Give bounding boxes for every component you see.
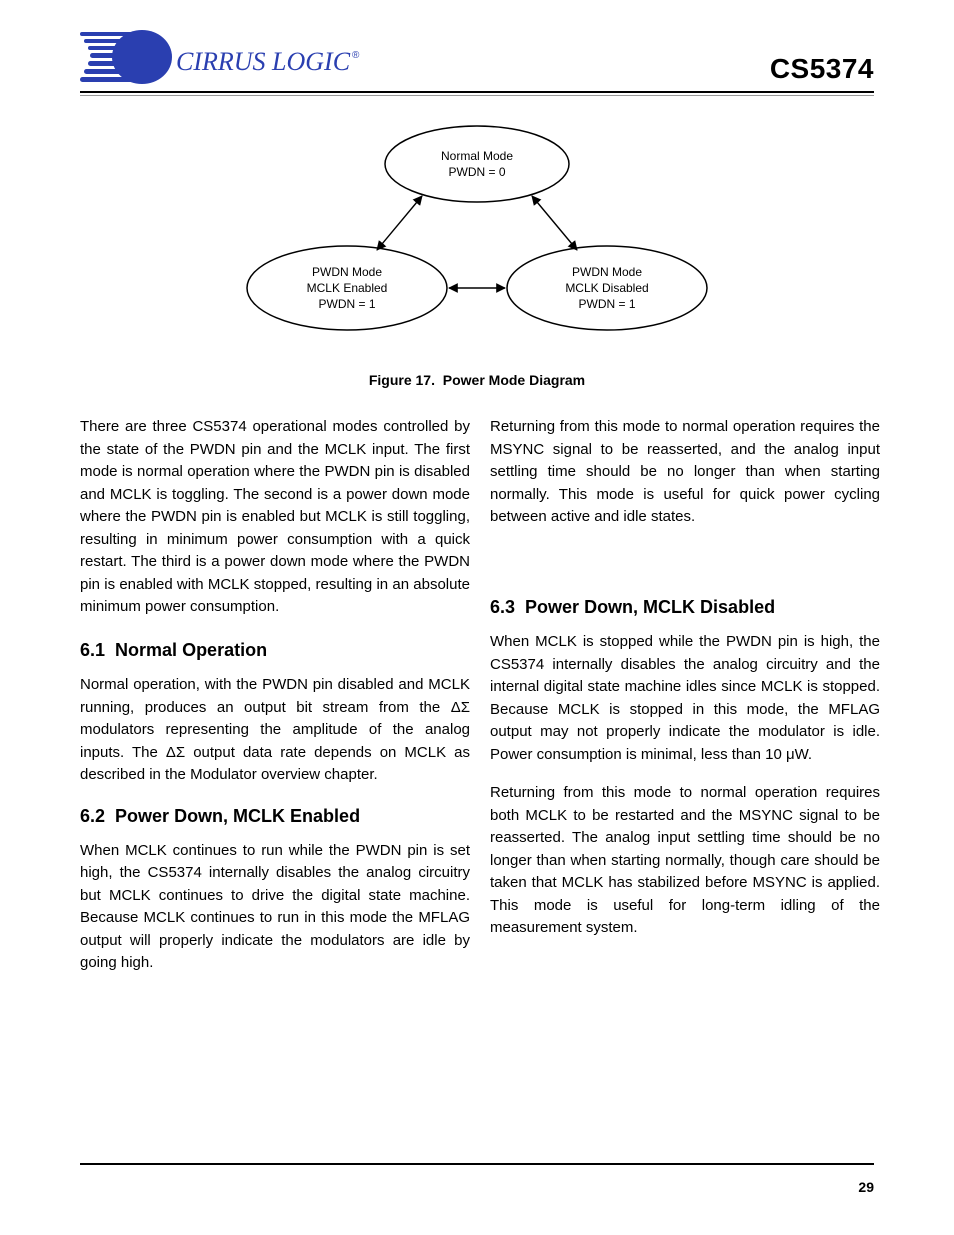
cirrus-logic-logo-icon: CIRRUS LOGIC ®: [80, 30, 360, 85]
header-rule: [80, 91, 874, 96]
column-left: There are three CS5374 operational modes…: [80, 416, 470, 991]
svg-text:PWDN = 0: PWDN = 0: [448, 165, 505, 179]
logo: CIRRUS LOGIC ®: [80, 30, 360, 85]
section-6-3-paragraph-b: Returning from this mode to normal opera…: [490, 782, 880, 940]
heading-6-1: 6.1 Normal Operation: [80, 637, 470, 664]
svg-text:PWDN = 1: PWDN = 1: [318, 297, 375, 311]
body-columns: There are three CS5374 operational modes…: [80, 416, 874, 1116]
section-6-2-paragraph: When MCLK continues to run while the PWD…: [80, 840, 470, 975]
heading-6-3: 6.3 Power Down, MCLK Disabled: [490, 594, 880, 621]
svg-text:PWDN = 1: PWDN = 1: [578, 297, 635, 311]
logo-trademark: ®: [352, 50, 360, 61]
figure-caption: Figure 17. Power Mode Diagram: [369, 372, 585, 388]
section-6-3-paragraph-a: When MCLK is stopped while the PWDN pin …: [490, 631, 880, 766]
column-right: Returning from this mode to normal opera…: [490, 416, 880, 956]
figure-17: Normal Mode PWDN = 0 PWDN Mode MCLK Enab…: [80, 118, 874, 388]
svg-text:Normal Mode: Normal Mode: [441, 149, 513, 163]
svg-text:PWDN Mode: PWDN Mode: [312, 265, 382, 279]
part-number: CS5374: [770, 53, 874, 85]
heading-6-2: 6.2 Power Down, MCLK Enabled: [80, 803, 470, 830]
power-mode-diagram-icon: Normal Mode PWDN = 0 PWDN Mode MCLK Enab…: [237, 118, 717, 358]
svg-text:MCLK Disabled: MCLK Disabled: [565, 281, 648, 295]
svg-text:PWDN Mode: PWDN Mode: [572, 265, 642, 279]
section-6-2-cont-paragraph: Returning from this mode to normal opera…: [490, 416, 880, 529]
intro-paragraph: There are three CS5374 operational modes…: [80, 416, 470, 619]
page-number: 29: [858, 1179, 874, 1195]
page-header: CIRRUS LOGIC ® CS5374: [80, 30, 874, 91]
logo-text: CIRRUS LOGIC: [176, 47, 351, 76]
svg-text:MCLK Enabled: MCLK Enabled: [307, 281, 388, 295]
section-6-1-paragraph: Normal operation, with the PWDN pin disa…: [80, 674, 470, 787]
footer-rule: [80, 1163, 874, 1165]
